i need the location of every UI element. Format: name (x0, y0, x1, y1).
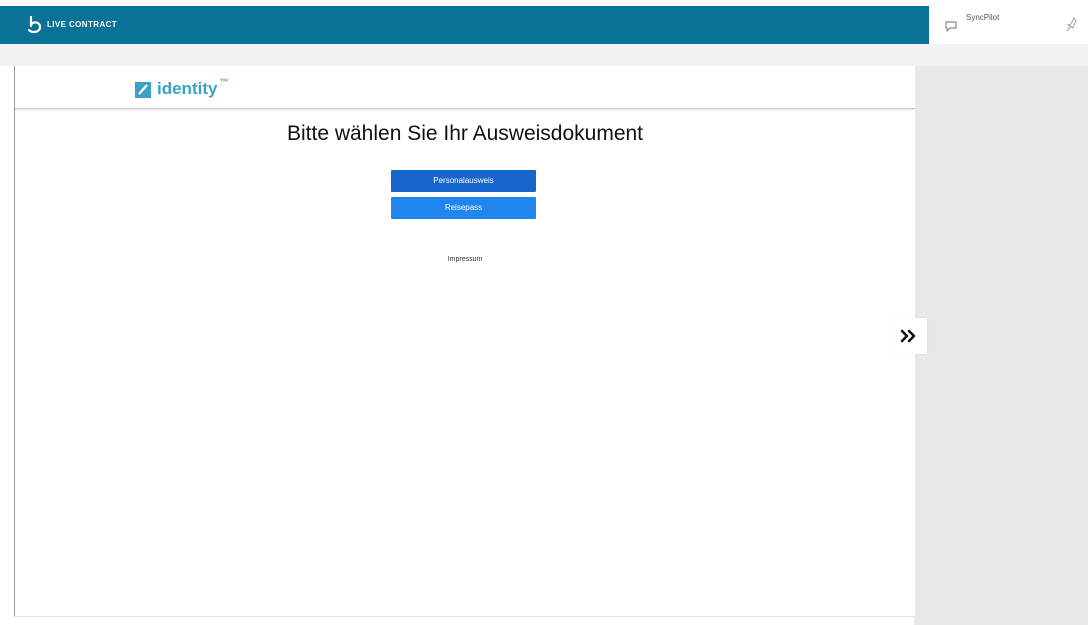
live-contract-logo-icon (27, 15, 42, 34)
page-title: Bitte wählen Sie Ihr Ausweisdokument (286, 122, 644, 145)
toolbar-strip (0, 44, 1088, 66)
personalausweis-button[interactable]: Personalausweis (391, 170, 536, 192)
identity-logo-text: identity ™ (157, 77, 229, 98)
top-bar: LIVE CONTRACT (0, 6, 929, 44)
identity-header: identity ™ (15, 66, 915, 109)
identity-check-icon (135, 82, 151, 98)
trademark: ™ (219, 77, 229, 88)
identity-frame: identity ™ Bitte wählen Sie Ihr Ausweisdo… (14, 66, 915, 616)
double-chevron-right-icon (900, 329, 916, 343)
bottom-divider (14, 616, 914, 617)
side-panel (914, 66, 1088, 625)
reisepass-button[interactable]: Reisepass (391, 197, 536, 219)
pin-icon[interactable] (1065, 16, 1077, 34)
expand-panel-button[interactable] (891, 318, 927, 354)
impressum-link[interactable]: Impressum (15, 256, 915, 263)
brand-name: LIVE CONTRACT (47, 20, 118, 29)
sync-pilot-label: SyncPilot (966, 13, 1000, 22)
chat-icon[interactable] (944, 18, 958, 34)
